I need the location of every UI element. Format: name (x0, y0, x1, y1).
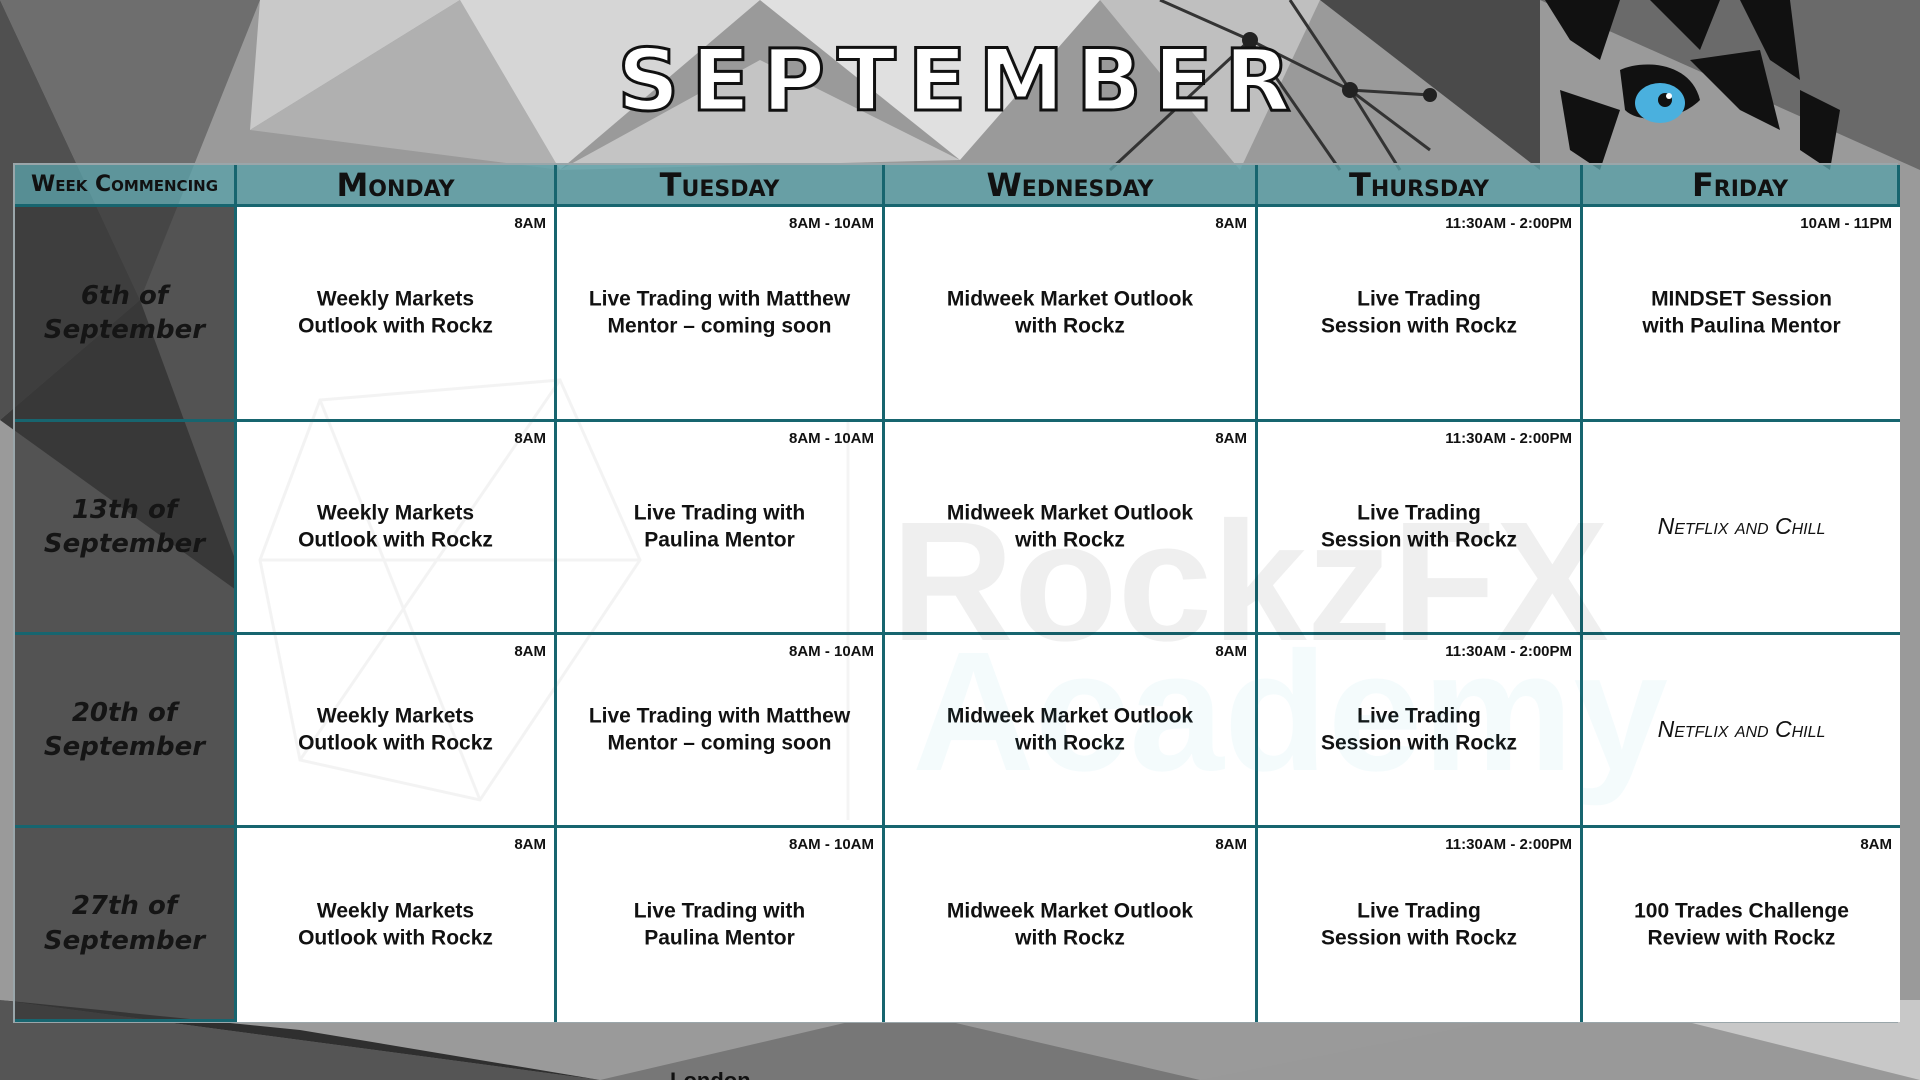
week-label: 13th of September (15, 422, 237, 635)
session-time: 8AM - 10AM (788, 430, 874, 447)
session-cell-friday: 10AM - 11PM MINDSET Session with Paulina … (1583, 207, 1900, 422)
session-cell-friday: Netflix and Chill (1583, 422, 1900, 635)
session-title: Midweek Market Outlook with Rockz (946, 704, 1194, 755)
week-label-text: 6th of September (43, 280, 206, 345)
page-title: SEPTEMBER (616, 31, 1303, 131)
header-friday: Friday (1583, 165, 1900, 207)
session-cell-monday: 8AM Weekly Markets Outlook with Rockz (237, 635, 557, 828)
session-cell-wednesday: 8AM Midweek Market Outlook with Rockz (885, 207, 1258, 422)
session-time: 11:30AM - 2:00PM (1445, 430, 1572, 447)
header-week-commencing: Week Commencing (15, 165, 237, 207)
session-title: Live Trading with Paulina Mentor (633, 501, 806, 552)
session-time: 11:30AM - 2:00PM (1445, 643, 1572, 660)
week-label-text: 13th of September (43, 494, 206, 559)
session-time: 8AM - 10AM (788, 215, 874, 232)
session-cell-monday: 8AM Weekly Markets Outlook with Rockz (237, 207, 557, 422)
session-title: MINDSET Session with Paulina Mentor (1642, 287, 1841, 338)
session-cell-tuesday: 8AM - 10AM Live Trading with Matthew Ment… (557, 635, 885, 828)
footer-text: London (670, 1068, 751, 1080)
week-label-text: 27th of September (43, 891, 206, 956)
session-title: Weekly Markets Outlook with Rockz (298, 704, 493, 755)
session-time: 8AM (1215, 836, 1247, 853)
week-label-text: 20th of September (43, 697, 206, 762)
session-time: 8AM - 10AM (788, 643, 874, 660)
session-title: Live Trading Session with Rockz (1320, 899, 1518, 950)
session-title: Live Trading with Matthew Mentor – comin… (588, 704, 851, 755)
header-tuesday: Tuesday (557, 165, 885, 207)
header-wednesday: Wednesday (885, 165, 1258, 207)
session-cell-thursday: 11:30AM - 2:00PM Live Trading Session wit… (1258, 422, 1583, 635)
header-monday: Monday (237, 165, 557, 207)
session-cell-tuesday: 8AM - 10AM Live Trading with Paulina Ment… (557, 422, 885, 635)
session-cell-thursday: 11:30AM - 2:00PM Live Trading Session wit… (1258, 207, 1583, 422)
session-time: 11:30AM - 2:00PM (1445, 215, 1572, 232)
session-cell-thursday: 11:30AM - 2:00PM Live Trading Session wit… (1258, 635, 1583, 828)
session-title: Netflix and Chill (1657, 716, 1826, 743)
session-title: Live Trading with Matthew Mentor – comin… (588, 287, 851, 338)
session-cell-monday: 8AM Weekly Markets Outlook with Rockz (237, 828, 557, 1022)
session-title: Weekly Markets Outlook with Rockz (298, 287, 493, 338)
session-title: Live Trading Session with Rockz (1320, 704, 1518, 755)
session-time: 8AM (1215, 215, 1247, 232)
session-title: Live Trading Session with Rockz (1320, 287, 1518, 338)
session-cell-tuesday: 8AM - 10AM Live Trading with Paulina Ment… (557, 828, 885, 1022)
week-label: 6th of September (15, 207, 237, 422)
session-time: 8AM - 10AM (788, 836, 874, 853)
header-thursday: Thursday (1258, 165, 1583, 207)
session-title: Weekly Markets Outlook with Rockz (298, 501, 493, 552)
session-cell-tuesday: 8AM - 10AM Live Trading with Matthew Ment… (557, 207, 885, 422)
week-label: 20th of September (15, 635, 237, 828)
session-title: Midweek Market Outlook with Rockz (946, 287, 1194, 338)
session-cell-wednesday: 8AM Midweek Market Outlook with Rockz (885, 422, 1258, 635)
session-title: Midweek Market Outlook with Rockz (946, 501, 1194, 552)
session-time: 10AM - 11PM (1800, 215, 1892, 232)
session-title: Weekly Markets Outlook with Rockz (298, 899, 493, 950)
session-time: 8AM (1860, 836, 1892, 853)
session-time: 8AM (1215, 643, 1247, 660)
session-title: Midweek Market Outlook with Rockz (946, 899, 1194, 950)
session-time: 8AM (514, 430, 546, 447)
schedule-grid: Week Commencing Monday Tuesday Wednesday… (13, 163, 1900, 1023)
session-time: 8AM (514, 215, 546, 232)
session-title: Live Trading Session with Rockz (1320, 501, 1518, 552)
session-time: 8AM (1215, 430, 1247, 447)
session-cell-thursday: 11:30AM - 2:00PM Live Trading Session wit… (1258, 828, 1583, 1022)
week-label: 27th of September (15, 828, 237, 1022)
session-cell-friday: Netflix and Chill (1583, 635, 1900, 828)
session-cell-wednesday: 8AM Midweek Market Outlook with Rockz (885, 635, 1258, 828)
session-cell-friday: 8AM 100 Trades Challenge Review with Rock… (1583, 828, 1900, 1022)
session-time: 8AM (514, 836, 546, 853)
session-time: 11:30AM - 2:00PM (1445, 836, 1572, 853)
session-title: Live Trading with Paulina Mentor (633, 899, 806, 950)
session-title: Netflix and Chill (1657, 513, 1826, 540)
session-title: 100 Trades Challenge Review with Rockz (1634, 899, 1849, 950)
session-cell-wednesday: 8AM Midweek Market Outlook with Rockz (885, 828, 1258, 1022)
session-cell-monday: 8AM Weekly Markets Outlook with Rockz (237, 422, 557, 635)
session-time: 8AM (514, 643, 546, 660)
